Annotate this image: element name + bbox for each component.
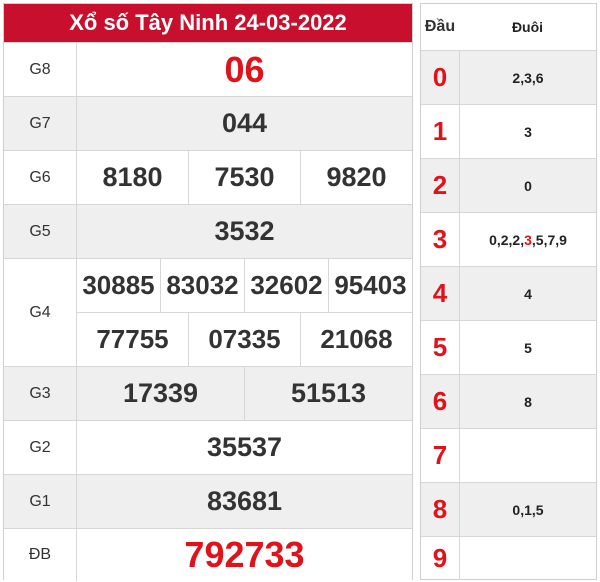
prize-number: 17339: [122, 378, 199, 408]
head-tail-row: 8 0,1,5: [421, 482, 596, 536]
head-tail-header: Đầu Đuôi: [421, 4, 596, 50]
head-tail-table: Đầu Đuôi 0 2,3,6 1 3 2 0 3 0,2,2, 3,5,7,9…: [420, 3, 597, 580]
tail-digits: 0,1,5: [512, 501, 544, 518]
prize-number: 7530: [188, 151, 300, 204]
prize-row-g8: G8 06: [4, 42, 412, 96]
prize-row-g2: G2 35537: [4, 420, 412, 474]
prize-number: 21068: [300, 313, 412, 366]
prize-number: 06: [224, 48, 265, 90]
results-table: Xổ số Tây Ninh 24-03-2022 G8 06 G7 044 G…: [3, 3, 413, 581]
head-digit: 0: [421, 51, 460, 104]
tail-part: 0,2,2,: [489, 231, 525, 248]
head-tail-row: 1 3: [421, 104, 596, 158]
prize-number: 9820: [300, 151, 412, 204]
tail-digits: 8: [524, 393, 532, 410]
tail-digits: 0,2,2, 3,5,7,9: [460, 213, 596, 266]
tail-digits: [460, 537, 596, 580]
prize-number: 044: [221, 108, 268, 138]
tail-column-label: Đuôi: [511, 19, 544, 35]
head-digit: 1: [421, 105, 460, 158]
prize-number: 8180: [102, 162, 163, 192]
prize-row-g3: G3 17339 51513: [4, 366, 412, 420]
prize-number: 95403: [328, 259, 412, 312]
prize-number: 77755: [96, 324, 169, 354]
prize-label: G2: [4, 421, 77, 474]
head-tail-row: 5 5: [421, 320, 596, 374]
prize-row-special: ĐB 792733: [4, 528, 412, 581]
tail-digits: [460, 429, 596, 482]
prize-number: 30885: [82, 270, 155, 300]
head-column-label: Đầu: [424, 18, 456, 35]
head-digit: 2: [421, 159, 460, 212]
head-tail-row: 0 2,3,6: [421, 50, 596, 104]
prize-label: G4: [4, 259, 77, 366]
prize-number: 35537: [206, 432, 283, 462]
head-tail-row: 7: [421, 428, 596, 482]
head-tail-row: 6 8: [421, 374, 596, 428]
prize-number: 83032: [160, 259, 244, 312]
head-tail-row: 9: [421, 536, 596, 580]
prize-number: 792733: [184, 534, 305, 575]
prize-label: G6: [4, 151, 77, 204]
prize-label: ĐB: [4, 529, 77, 581]
prize-label: G3: [4, 367, 77, 420]
prize-label: G7: [4, 97, 77, 150]
prize-label: G5: [4, 205, 77, 258]
prize-row-g7: G7 044: [4, 96, 412, 150]
lottery-results: Xổ số Tây Ninh 24-03-2022 G8 06 G7 044 G…: [0, 0, 600, 582]
tail-digits: 0: [524, 177, 532, 194]
prize-row-g1: G1 83681: [4, 474, 412, 528]
tail-digits: 2,3,6: [512, 69, 544, 86]
head-digit: 5: [421, 321, 460, 374]
prize-number: 51513: [244, 367, 412, 420]
head-digit: 6: [421, 375, 460, 428]
prize-number: 32602: [244, 259, 328, 312]
prize-number: 07335: [188, 313, 300, 366]
prize-row-g6: G6 8180 7530 9820: [4, 150, 412, 204]
tail-digits: 3: [524, 123, 532, 140]
head-digit: 7: [421, 429, 460, 482]
head-digit: 3: [421, 213, 460, 266]
head-tail-row: 4 4: [421, 266, 596, 320]
tail-part: ,5,7,9: [531, 231, 567, 248]
head-tail-row: 3 0,2,2, 3,5,7,9: [421, 212, 596, 266]
prize-number: 3532: [214, 216, 275, 246]
tail-part-highlight: 3: [524, 231, 532, 248]
head-tail-row: 2 0: [421, 158, 596, 212]
prize-label: G1: [4, 475, 77, 528]
head-digit: 4: [421, 267, 460, 320]
tail-digits: 4: [524, 285, 532, 302]
prize-row-g4: G4 30885 83032 32602 95403 77755 07335 2…: [4, 258, 412, 366]
results-title: Xổ số Tây Ninh 24-03-2022: [4, 4, 412, 42]
prize-row-g5: G5 3532: [4, 204, 412, 258]
head-digit: 8: [421, 483, 460, 536]
prize-number: 83681: [206, 486, 283, 516]
prize-label: G8: [4, 43, 77, 96]
tail-digits: 5: [524, 339, 532, 356]
head-digit: 9: [421, 537, 460, 580]
